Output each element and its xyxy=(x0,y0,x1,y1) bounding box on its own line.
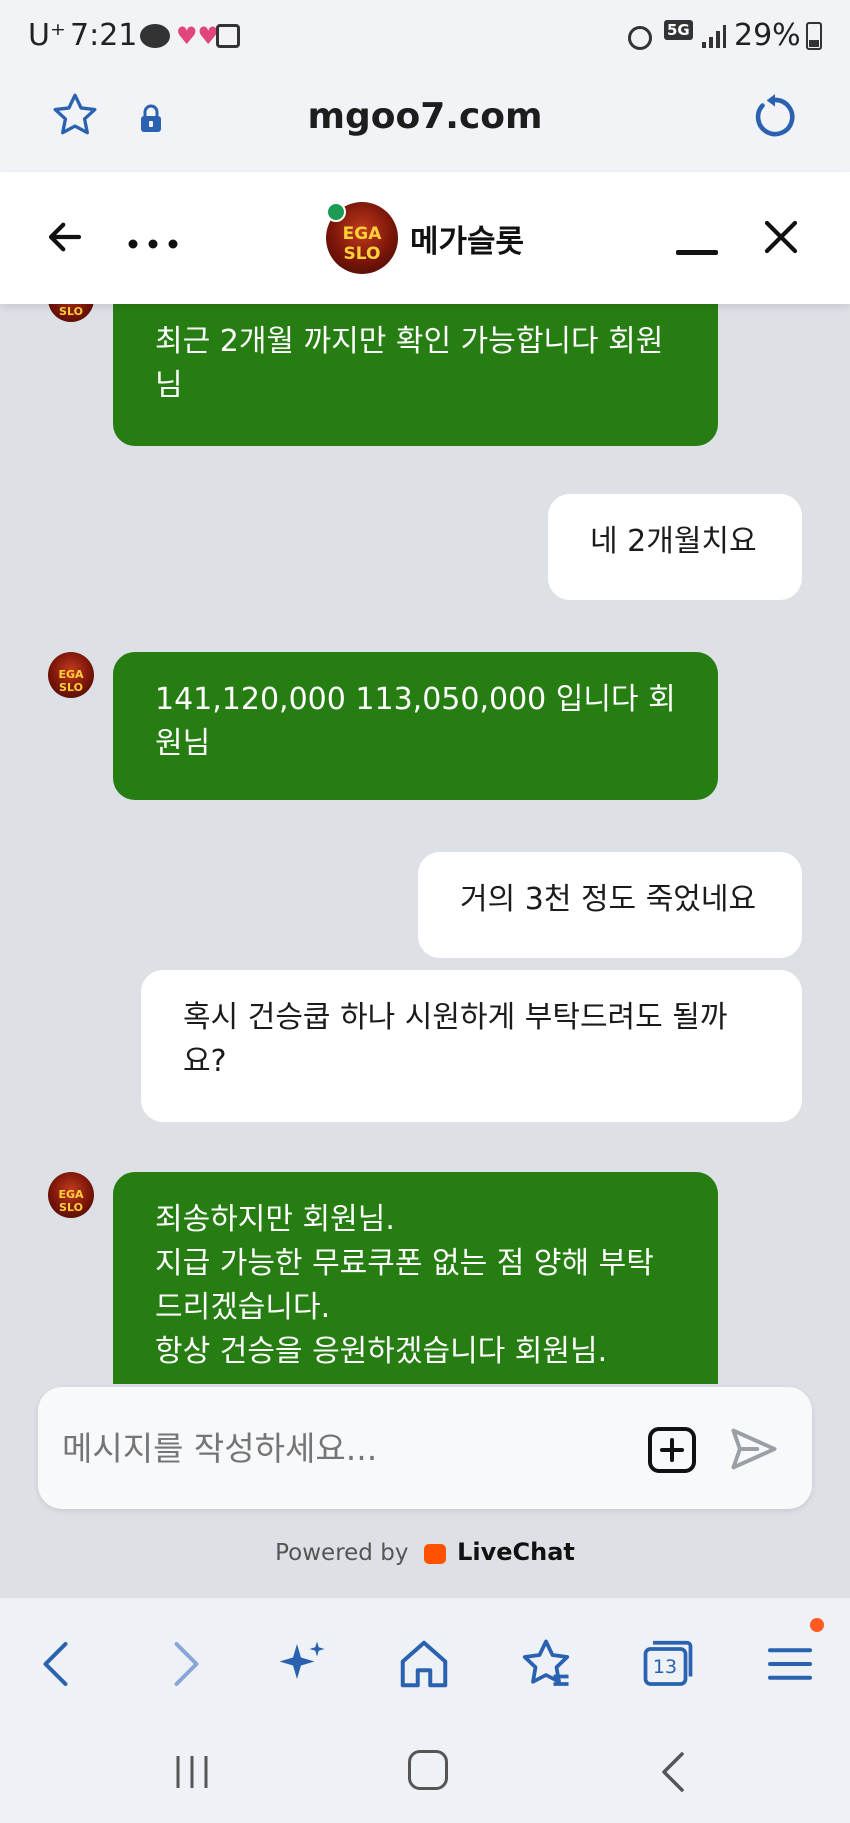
bookmarks-icon[interactable] xyxy=(516,1634,576,1694)
agent-avatar-small: EGA SLO xyxy=(48,304,94,322)
agent-avatar-small: EGA SLO xyxy=(48,1172,94,1218)
avatar-logo-text: EGA SLO xyxy=(342,224,382,264)
forward-icon[interactable] xyxy=(154,1634,214,1694)
back-arrow-icon[interactable] xyxy=(44,216,86,262)
user-message: 혹시 건승쿱 하나 시원하게 부탁드려도 될까 요? xyxy=(141,970,802,1122)
alarm-icon xyxy=(628,26,652,50)
online-status-dot xyxy=(326,202,346,222)
message-composer xyxy=(38,1387,812,1509)
message-text: 혹시 건승쿱 하나 시원하게 부탁드려도 될까 요? xyxy=(183,1000,728,1079)
powered-by[interactable]: Powered by LiveChat xyxy=(0,1538,850,1566)
agent-avatar-small: EGA SLO xyxy=(48,652,94,698)
livechat-brand: LiveChat xyxy=(457,1538,575,1566)
menu-icon[interactable] xyxy=(760,1634,820,1694)
clock: 7:21 xyxy=(70,18,138,53)
tabs-icon[interactable]: 13 xyxy=(638,1634,698,1694)
system-navigation-bar xyxy=(0,1728,850,1823)
message-text: 최근 2개월 까지만 확인 가능합니다 회원 님 xyxy=(155,324,664,403)
message-text: 거의 3천 정도 죽었네요 xyxy=(460,882,757,917)
status-bar: U⁺ 7:21 ♥♥ 5G 29% xyxy=(0,0,850,76)
message-text: 141,120,000 113,050,000 입니다 회 원님 xyxy=(155,682,676,761)
chat-header: EGA SLO 메가슬롯 xyxy=(0,172,850,304)
close-icon[interactable] xyxy=(760,216,802,262)
network-type: 5G xyxy=(664,20,693,40)
message-text: 죄송하지만 회원님. 지급 가능한 무료쿠폰 없는 점 양해 부탁 드리겠습니다… xyxy=(155,1202,654,1369)
menu-notification-dot xyxy=(810,1618,824,1632)
tab-count: 13 xyxy=(652,1656,678,1678)
more-options-icon[interactable] xyxy=(128,234,178,253)
user-message: 거의 3천 정도 죽었네요 xyxy=(418,852,802,958)
avatar-logo-text: EGA SLO xyxy=(58,668,84,694)
battery-percent: 29% xyxy=(734,18,801,53)
signal-icon xyxy=(700,24,726,54)
add-attachment-icon[interactable] xyxy=(648,1427,696,1473)
agent-name: 메가슬롯 xyxy=(410,224,525,260)
battery-icon xyxy=(806,22,822,50)
back-icon[interactable] xyxy=(28,1634,88,1694)
browser-address-bar: mgoo7.com xyxy=(0,76,850,172)
agent-message: 141,120,000 113,050,000 입니다 회 원님 xyxy=(113,652,718,800)
gallery-notification-icon xyxy=(216,24,240,48)
recent-apps-icon[interactable] xyxy=(170,1750,214,1798)
avatar-logo-text: EGA SLO xyxy=(58,1188,84,1214)
chat-message-list[interactable]: EGA SLO 최근 2개월 까지만 확인 가능합니다 회원 님 네 2개월치요… xyxy=(0,304,850,1384)
browser-bottom-toolbar: 13 xyxy=(0,1598,850,1728)
sparkle-icon[interactable] xyxy=(272,1634,332,1694)
send-icon[interactable] xyxy=(728,1423,780,1479)
home-button-icon[interactable] xyxy=(408,1750,448,1790)
system-back-icon[interactable] xyxy=(652,1750,696,1798)
agent-message: 최근 2개월 까지만 확인 가능합니다 회원 님 xyxy=(113,304,718,446)
message-text: 네 2개월치요 xyxy=(590,524,757,559)
talk-notification-icon xyxy=(140,24,170,48)
livechat-logo-icon xyxy=(423,1544,446,1564)
minimize-icon[interactable] xyxy=(676,250,718,255)
home-icon[interactable] xyxy=(394,1634,454,1694)
url-text[interactable]: mgoo7.com xyxy=(0,96,850,137)
agent-message: 죄송하지만 회원님. 지급 가능한 무료쿠폰 없는 점 양해 부탁 드리겠습니다… xyxy=(113,1172,718,1384)
powered-by-label: Powered by xyxy=(275,1540,409,1566)
carrier-label: U⁺ xyxy=(28,18,66,53)
message-input[interactable] xyxy=(60,1415,624,1481)
user-message: 네 2개월치요 xyxy=(548,494,802,600)
avatar-logo-text: EGA SLO xyxy=(58,304,83,318)
reload-icon[interactable] xyxy=(750,92,800,146)
hearts-notification-icon: ♥♥ xyxy=(176,22,220,50)
